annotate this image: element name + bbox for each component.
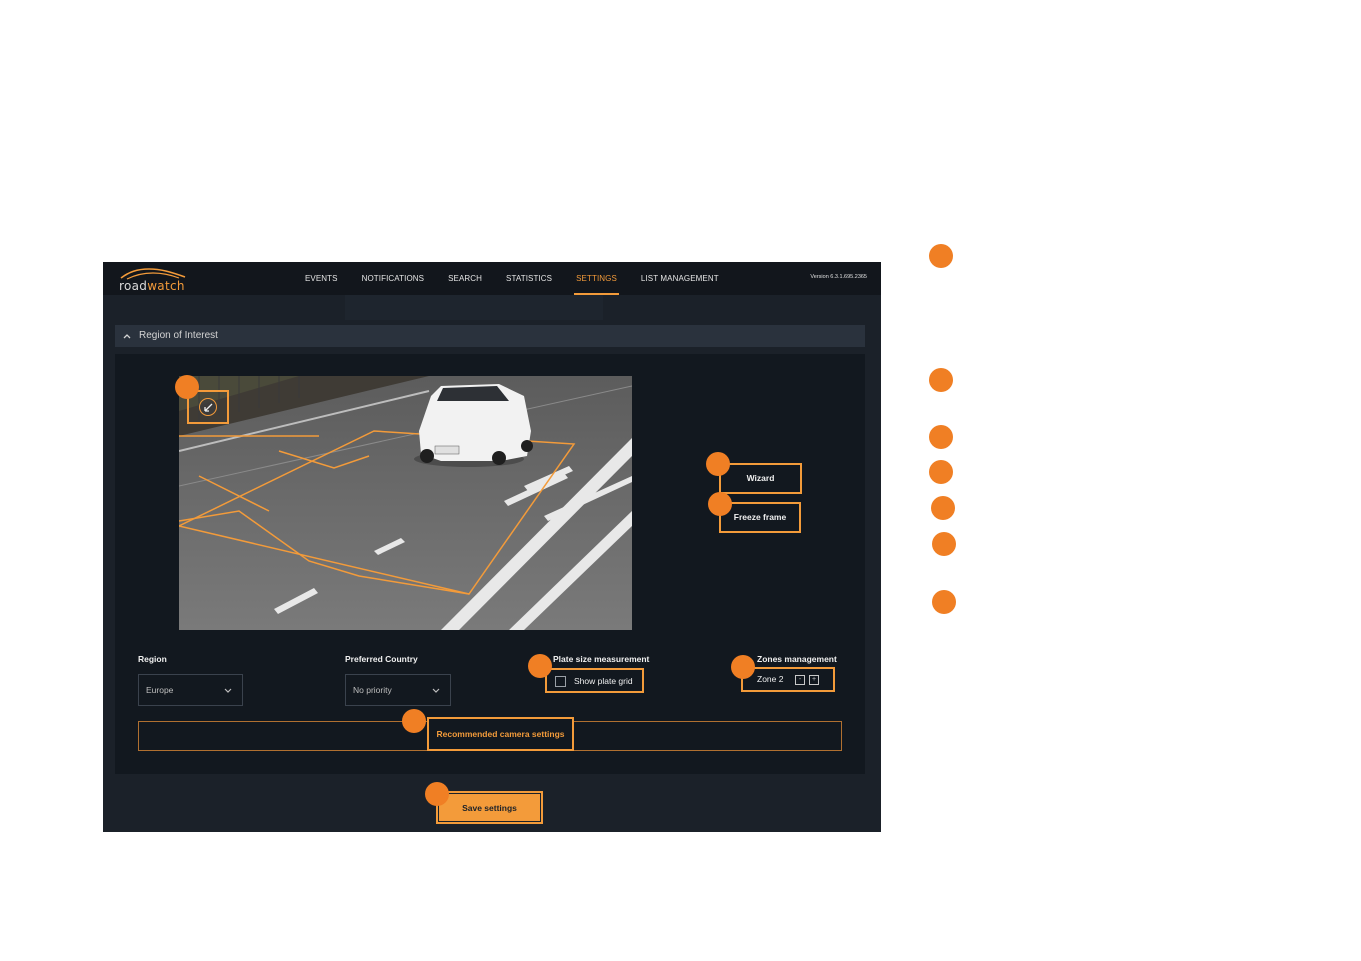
region-label: Region (138, 654, 167, 664)
camera-view[interactable] (179, 376, 632, 630)
zones-control-highlight: Zone 2 - + (741, 667, 835, 692)
camera-frame-image (179, 376, 632, 630)
chevron-down-icon (432, 688, 440, 693)
marker-dot (528, 654, 552, 678)
show-plate-grid-highlight[interactable]: Show plate grid (545, 668, 644, 693)
save-settings-highlight[interactable]: Save settings (436, 791, 543, 824)
wizard-button[interactable]: Wizard (719, 463, 802, 494)
legend-marker-dot (929, 244, 953, 268)
save-settings-button[interactable]: Save settings (439, 794, 540, 821)
nav-events[interactable]: EVENTS (293, 262, 350, 295)
region-of-interest-header[interactable]: Region of Interest (115, 325, 865, 347)
nav-notifications[interactable]: NOTIFICATIONS (350, 262, 436, 295)
zones-management-label: Zones management (757, 654, 837, 664)
legend-marker-dot (929, 460, 953, 484)
section-title: Region of Interest (139, 330, 218, 341)
logo-text-watch: watch (147, 279, 185, 293)
legend-marker-dot (929, 368, 953, 392)
expand-arrow-icon[interactable] (199, 398, 217, 416)
roadwatch-logo[interactable]: roadwatch (117, 266, 197, 294)
zone-minus-button[interactable]: - (795, 675, 805, 685)
marker-dot (708, 492, 732, 516)
preferred-country-label: Preferred Country (345, 654, 418, 664)
nav-settings[interactable]: SETTINGS (564, 262, 629, 295)
show-plate-grid-label: Show plate grid (574, 676, 633, 686)
legend-marker-dot (932, 590, 956, 614)
recommended-camera-settings-button[interactable]: Recommended camera settings (427, 717, 574, 751)
logo-text-road: road (119, 279, 148, 293)
zone-value: Zone 2 (757, 674, 784, 684)
nav-list-management[interactable]: LIST MANAGEMENT (629, 262, 731, 295)
version-label: Version 6.3.1.695.2365 (810, 274, 867, 280)
nav-search[interactable]: SEARCH (436, 262, 494, 295)
marker-dot (402, 709, 426, 733)
main-nav: EVENTS NOTIFICATIONS SEARCH STATISTICS S… (293, 262, 731, 295)
marker-dot (175, 375, 199, 399)
marker-dot (425, 782, 449, 806)
chevron-down-icon (224, 688, 232, 693)
preferred-country-value: No priority (353, 685, 392, 695)
chevron-up-icon (123, 334, 131, 339)
legend-marker-dot (929, 425, 953, 449)
roadwatch-app-window: roadwatch EVENTS NOTIFICATIONS SEARCH ST… (103, 262, 881, 832)
zone-plus-button[interactable]: + (809, 675, 819, 685)
settings-subbar (345, 295, 603, 320)
region-select-value: Europe (146, 685, 174, 695)
legend-marker-dot (931, 496, 955, 520)
car-silhouette-icon (120, 268, 186, 280)
top-navigation-bar: roadwatch EVENTS NOTIFICATIONS SEARCH ST… (103, 262, 881, 295)
legend-marker-dot (932, 532, 956, 556)
nav-statistics[interactable]: STATISTICS (494, 262, 564, 295)
region-select[interactable]: Europe (138, 674, 243, 706)
preferred-country-select[interactable]: No priority (345, 674, 451, 706)
plate-size-label: Plate size measurement (553, 654, 650, 664)
show-plate-grid-checkbox[interactable] (555, 676, 566, 687)
marker-dot (731, 655, 755, 679)
marker-dot (706, 452, 730, 476)
region-of-interest-panel: Wizard Freeze frame Region Europe Prefer… (115, 354, 865, 774)
